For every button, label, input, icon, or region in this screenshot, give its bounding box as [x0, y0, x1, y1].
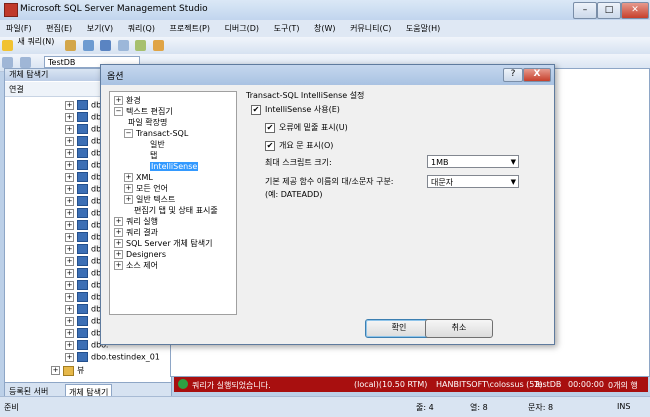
insert-mode: INS — [617, 402, 631, 411]
app-title-bar: Microsoft SQL Server Management Studio –… — [0, 0, 650, 21]
casing-label: 기본 제공 함수 이름의 대/소문자 구분: — [265, 177, 394, 186]
db-engine-query-icon[interactable] — [117, 40, 129, 51]
menu-debug[interactable]: 디버그(D) — [219, 20, 265, 34]
options-tree: + 환경 − 텍스트 편집기 파일 확장명 − Transact-SQL 일반 탭 I… — [109, 91, 237, 315]
query-status-bar: 쿼리가 실행되었습니다. (local)(10.50 RTM) HANBITSO… — [174, 377, 648, 392]
menu-community[interactable]: 커뮤니티(C) — [344, 20, 397, 34]
status-time: 00:00:00 — [568, 380, 604, 389]
dialog-title: 옵션 — [107, 72, 124, 82]
save-icon[interactable] — [82, 40, 94, 51]
outline-statements-label: 개요 문 표시(O) — [279, 141, 334, 150]
open-file-icon[interactable] — [64, 40, 76, 51]
enable-intellisense-label: IntelliSense 사용(E) — [265, 105, 340, 114]
tree-node-general[interactable]: 일반 — [150, 139, 165, 150]
save-all-icon[interactable] — [100, 40, 112, 51]
new-query-button[interactable]: 새 쿼리(N) — [18, 37, 55, 46]
chevron-down-icon: ▼ — [510, 158, 516, 166]
max-script-size-select[interactable]: 1MB ▼ — [427, 155, 519, 168]
app-title: Microsoft SQL Server Management Studio — [20, 4, 208, 14]
menu-project[interactable]: 프로젝트(P) — [164, 20, 217, 34]
database-select-value: TestDB — [48, 58, 76, 67]
close-button[interactable]: ✕ — [621, 2, 649, 19]
tree-node-tabs[interactable]: 탭 — [150, 150, 157, 161]
ok-button[interactable]: 확인 — [365, 319, 433, 338]
app-icon — [4, 3, 18, 17]
cancel-button[interactable]: 취소 — [425, 319, 493, 338]
underline-errors-row[interactable]: ✔ 오류에 밑줄 표시(U) — [265, 122, 348, 133]
chevron-down-icon: ▼ — [510, 178, 516, 186]
status-rows: 0개의 행 — [608, 381, 638, 390]
dialog-close-button[interactable]: X — [523, 68, 551, 82]
tree-item-last-table[interactable]: + dbo.testindex_01 — [65, 352, 160, 363]
tree-node-xml[interactable]: + XML — [124, 172, 153, 183]
ready-text: 준비 — [4, 403, 19, 412]
menu-bar: 파일(F) 편집(E) 보기(V) 쿼리(Q) 프로젝트(P) 디버그(D) 도… — [0, 20, 650, 37]
options-dialog: 옵션 ? X + 환경 − 텍스트 편집기 파일 확장명 − Transact-SQL… — [100, 64, 555, 345]
app-status-bar: 준비 줄: 4 열: 8 문자: 8 INS — [0, 396, 650, 417]
tree-node-transact-sql[interactable]: − Transact-SQL — [124, 128, 188, 139]
analysis-query-icon[interactable] — [135, 40, 147, 51]
underline-errors-label: 오류에 밑줄 표시(U) — [279, 123, 348, 132]
tree-node-environment[interactable]: + 환경 — [114, 95, 141, 106]
tree-node-source-control[interactable]: + 소스 제어 — [114, 260, 158, 271]
tree-item-views[interactable]: + 뷰 — [51, 365, 84, 376]
connect-icon[interactable] — [2, 57, 13, 68]
char-number: 문자: 8 — [528, 403, 554, 412]
menu-window[interactable]: 창(W) — [308, 20, 342, 34]
menu-edit[interactable]: 편집(E) — [40, 20, 78, 34]
connect-dropdown[interactable]: 연결 — [9, 84, 24, 95]
tree-node-designers[interactable]: + Designers — [114, 249, 166, 260]
success-check-icon — [178, 379, 188, 389]
outline-statements-row[interactable]: ✔ 개요 문 표시(O) — [265, 140, 333, 151]
tree-node-sql-object-explorer[interactable]: + SQL Server 개체 탐색기 — [114, 238, 213, 249]
change-connection-icon[interactable] — [19, 57, 31, 68]
status-message: 쿼리가 실행되었습니다. — [192, 381, 271, 390]
dialog-title-bar: 옵션 ? X — [101, 65, 554, 85]
status-server: (local)(10.50 RTM) — [354, 380, 428, 389]
menu-tools[interactable]: 도구(T) — [268, 20, 306, 34]
line-number: 줄: 4 — [416, 403, 434, 412]
menu-help[interactable]: 도움말(H) — [400, 20, 446, 34]
tree-node-editor-tab-status[interactable]: 편집기 탭 및 상태 표시줄 — [134, 205, 218, 216]
activity-monitor-icon[interactable] — [152, 40, 164, 51]
tree-node-file-extension[interactable]: 파일 확장명 — [128, 117, 167, 128]
underline-errors-checkbox[interactable]: ✔ — [265, 122, 275, 133]
casing-example: (예: DATEADD) — [265, 190, 323, 199]
standard-toolbar: 새 쿼리(N) — [0, 37, 650, 55]
enable-intellisense-checkbox[interactable]: ✔ — [251, 104, 261, 115]
maximize-button[interactable]: □ — [597, 2, 621, 19]
minimize-button[interactable]: – — [573, 2, 597, 19]
help-button[interactable]: ? — [503, 68, 523, 82]
max-script-size-label: 최대 스크립트 크기: — [265, 158, 332, 167]
status-database: TestDB — [534, 380, 562, 389]
casing-value: 대문자 — [431, 178, 454, 187]
menu-query[interactable]: 쿼리(Q) — [122, 20, 161, 34]
tree-node-query-execution[interactable]: + 쿼리 실행 — [114, 216, 158, 227]
max-script-size-value: 1MB — [431, 158, 449, 167]
tree-node-query-results[interactable]: + 쿼리 결과 — [114, 227, 158, 238]
outline-statements-checkbox[interactable]: ✔ — [265, 140, 275, 151]
tree-node-all-languages[interactable]: + 모든 언어 — [124, 183, 168, 194]
status-user: HANBITSOFT\colossus (52) — [436, 380, 543, 389]
section-title: Transact-SQL IntelliSense 설정 — [246, 91, 365, 100]
casing-select[interactable]: 대문자 ▼ — [427, 175, 519, 188]
enable-intellisense-row[interactable]: ✔ IntelliSense 사용(E) — [251, 104, 340, 115]
new-query-icon — [2, 40, 13, 51]
column-number: 열: 8 — [470, 403, 488, 412]
menu-view[interactable]: 보기(V) — [81, 20, 119, 34]
menu-file[interactable]: 파일(F) — [0, 20, 38, 34]
tree-node-plain-text[interactable]: + 일반 텍스트 — [124, 194, 175, 205]
tree-node-text-editor[interactable]: − 텍스트 편집기 — [114, 106, 173, 117]
tree-node-intellisense[interactable]: IntelliSense — [150, 161, 199, 172]
